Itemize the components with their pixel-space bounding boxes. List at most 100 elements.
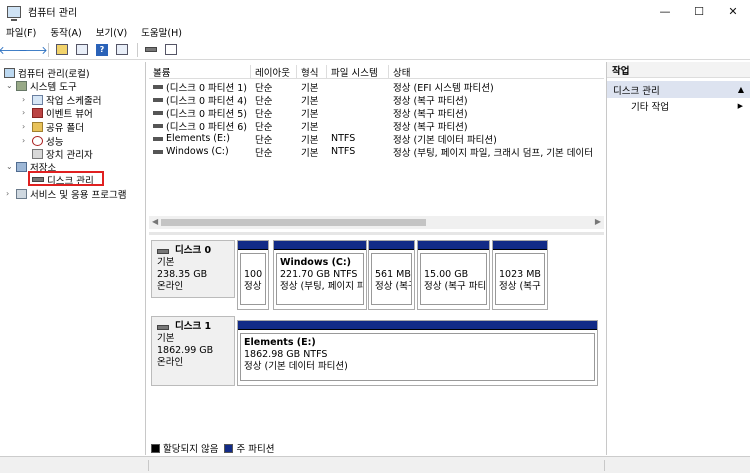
partition-status: 정상 (복구 파티: [424, 281, 487, 292]
tree-item-shared-folders[interactable]: › 공유 폴더: [22, 120, 84, 134]
partition-body: 1023 MB 정상 (복구: [495, 253, 545, 305]
column-header-type[interactable]: 형식: [297, 65, 327, 79]
column-header-status[interactable]: 상태: [389, 65, 604, 79]
type-cell: 기본: [301, 82, 319, 94]
volume-icon: [153, 97, 163, 102]
partition-block[interactable]: Elements (E:) 1862.98 GB NTFS 정상 (기본 데이터…: [237, 320, 598, 386]
properties-icon[interactable]: [113, 42, 131, 58]
chevron-right-icon[interactable]: ›: [22, 122, 30, 131]
volume-name-cell: (디스크 0 파티션 6): [149, 119, 251, 132]
tree-label: 컴퓨터 관리(로컬): [18, 68, 90, 80]
menu-view[interactable]: 보기(V): [96, 25, 127, 39]
partition-block[interactable]: 1023 MB 정상 (복구: [492, 240, 548, 310]
disk-title: 디스크 1: [157, 321, 229, 333]
legend-swatch-primary: [224, 443, 234, 453]
shared-folder-icon: [32, 121, 43, 132]
minimize-button[interactable]: —: [648, 0, 682, 23]
tree-item-system-tools[interactable]: ⌄ 시스템 도구: [6, 79, 77, 93]
title-bar: 컴퓨터 관리 — ☐ ✕: [0, 0, 750, 23]
disk-name: 디스크 1: [175, 321, 212, 332]
tree-item-performance[interactable]: › 성능: [22, 134, 63, 148]
event-viewer-icon: [32, 107, 43, 118]
filesystem-cell: [327, 80, 389, 93]
partition-size: 1862.98 GB NTFS: [244, 349, 328, 360]
tree-item-task-scheduler[interactable]: › 작업 스케줄러: [22, 93, 101, 107]
actions-section-label: 디스크 관리: [613, 85, 660, 97]
chevron-down-icon[interactable]: ⌄: [6, 162, 14, 171]
chevron-right-icon[interactable]: ›: [22, 95, 30, 104]
toolbar-separator: [137, 42, 138, 57]
tree-label: 시스템 도구: [30, 81, 77, 93]
tree-item-event-viewer[interactable]: › 이벤트 뷰어: [22, 106, 93, 120]
volume-name: (디스크 0 파티션 5): [166, 108, 248, 120]
action-more-actions[interactable]: 기타 작업 ▶: [607, 98, 750, 113]
scroll-left-icon[interactable]: ◀: [152, 217, 158, 226]
chevron-right-icon[interactable]: ›: [22, 136, 30, 145]
checklist-icon[interactable]: [162, 42, 180, 58]
partition-block[interactable]: 561 MB 정상 (복구: [368, 240, 415, 310]
disk-icon: [157, 248, 169, 254]
volume-icon: [153, 123, 163, 128]
layout-cell: 단순: [255, 147, 273, 159]
volume-name-cell: Elements (E:): [149, 132, 251, 145]
volume-row[interactable]: (디스크 0 파티션 6) 단순 기본 정상 (복구 파티션): [149, 119, 604, 132]
horizontal-scrollbar[interactable]: ◀ ▶: [149, 216, 604, 229]
help-icon[interactable]: ?: [93, 42, 111, 58]
chevron-right-icon[interactable]: ›: [22, 108, 30, 117]
collapse-up-icon[interactable]: ▲: [738, 85, 744, 94]
toolbar: 🡐 🡒 ?: [0, 40, 750, 60]
menu-file[interactable]: 파일(F): [6, 25, 36, 39]
tree-item-device-manager[interactable]: 장치 관리자: [32, 147, 93, 161]
column-header-volume[interactable]: 볼륨: [149, 65, 251, 79]
partition-block[interactable]: Windows (C:) 221.70 GB NTFS 정상 (부팅, 페이지 …: [273, 240, 367, 310]
type-cell: 기본: [301, 134, 319, 146]
legend-unallocated: 할당되지 않음: [163, 444, 219, 455]
partition-block[interactable]: 100 M 정상 (: [237, 240, 269, 310]
disk-status: 온라인: [157, 357, 184, 368]
volume-row[interactable]: Windows (C:) 단순 기본 NTFS 정상 (부팅, 페이지 파일, …: [149, 145, 604, 158]
chevron-right-icon[interactable]: ›: [6, 189, 14, 198]
tree-item-root[interactable]: 컴퓨터 관리(로컬): [4, 66, 90, 80]
volume-row[interactable]: (디스크 0 파티션 4) 단순 기본 정상 (복구 파티션): [149, 93, 604, 106]
tree-label: 서비스 및 응용 프로그램: [30, 189, 127, 201]
actions-section-disk-management[interactable]: 디스크 관리 ▲: [607, 81, 750, 98]
filesystem-cell: NTFS: [331, 146, 356, 157]
menu-action[interactable]: 동작(A): [50, 25, 81, 39]
up-folder-icon[interactable]: [53, 42, 71, 58]
partition-bar: [493, 241, 547, 250]
disk-size: 1862.99 GB: [157, 345, 214, 356]
status-cell: 정상 (복구 파티션): [393, 95, 468, 107]
partition-body: 15.00 GB 정상 (복구 파티: [420, 253, 487, 305]
volume-list-header: 볼륨 레이아웃 형식 파일 시스템 상태: [149, 65, 604, 79]
volume-row[interactable]: Elements (E:) 단순 기본 NTFS 정상 (기본 데이터 파티션): [149, 132, 604, 145]
disk-key-icon[interactable]: [142, 42, 160, 58]
close-button[interactable]: ✕: [716, 0, 750, 23]
menu-help[interactable]: 도움말(H): [141, 25, 182, 39]
actions-pane: 작업 디스크 관리 ▲ 기타 작업 ▶: [606, 62, 750, 455]
tree-label: 공유 폴더: [46, 122, 84, 134]
volume-row[interactable]: (디스크 0 파티션 1) 단순 기본 정상 (EFI 시스템 파티션): [149, 80, 604, 93]
partition-block[interactable]: 15.00 GB 정상 (복구 파티: [417, 240, 490, 310]
partition-size: 100 M: [244, 269, 265, 280]
submenu-arrow-icon: ▶: [737, 101, 743, 110]
maximize-button[interactable]: ☐: [682, 0, 716, 23]
column-header-layout[interactable]: 레이아웃: [251, 65, 297, 79]
computer-management-icon: [7, 5, 21, 21]
column-header-filesystem[interactable]: 파일 시스템: [327, 65, 389, 79]
partition-body: 561 MB 정상 (복구: [371, 253, 412, 305]
disk-1-info[interactable]: 디스크 1 기본 1862.99 GB 온라인: [151, 316, 235, 386]
show-hide-tree-icon[interactable]: [73, 42, 91, 58]
tree-item-services[interactable]: › 서비스 및 응용 프로그램: [6, 187, 127, 201]
action-label: 기타 작업: [631, 101, 669, 113]
disk-0-info[interactable]: 디스크 0 기본 238.35 GB 온라인: [151, 240, 235, 298]
chevron-down-icon[interactable]: ⌄: [6, 81, 14, 90]
storage-icon: [16, 161, 27, 172]
scrollbar-thumb[interactable]: [161, 219, 426, 226]
forward-arrow-icon[interactable]: 🡒: [18, 42, 48, 58]
volume-row[interactable]: (디스크 0 파티션 5) 단순 기본 정상 (복구 파티션): [149, 106, 604, 119]
tree-label: 장치 관리자: [46, 149, 93, 161]
partition-bar: [369, 241, 414, 250]
window-title: 컴퓨터 관리: [28, 8, 78, 19]
scroll-right-icon[interactable]: ▶: [595, 217, 601, 226]
pane-splitter[interactable]: [149, 232, 604, 235]
